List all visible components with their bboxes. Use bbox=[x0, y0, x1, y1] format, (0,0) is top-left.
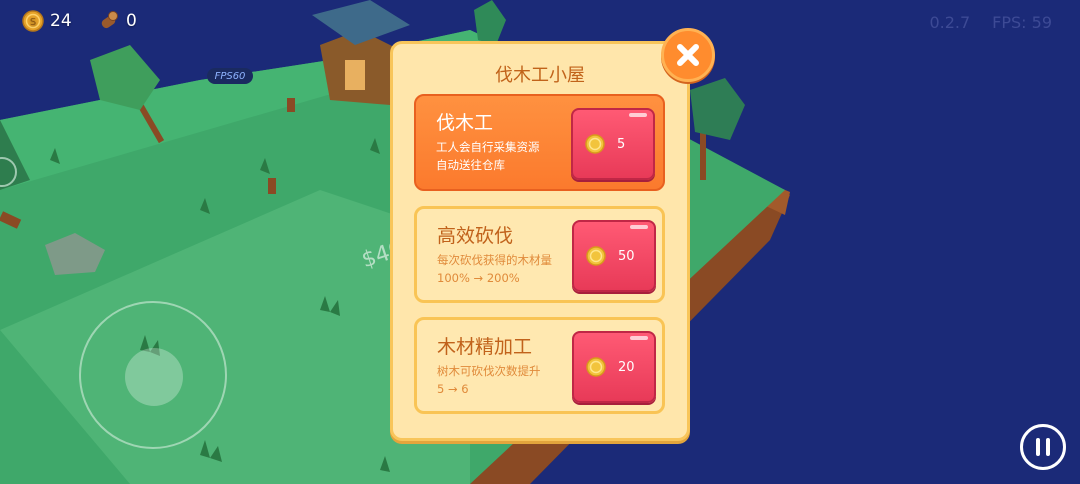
item-title: 伐木工 bbox=[436, 112, 494, 134]
log-icon bbox=[101, 11, 118, 29]
coin-icon bbox=[586, 357, 606, 377]
shine-highlight bbox=[630, 336, 648, 340]
coin-icon bbox=[585, 134, 605, 154]
svg-text:S: S bbox=[30, 17, 36, 28]
shine-highlight bbox=[629, 113, 647, 117]
pause-icon-bar bbox=[1046, 438, 1050, 456]
coin-count: 24 bbox=[50, 11, 72, 31]
item-description: 每次砍伐获得的木材量 100% → 200% bbox=[437, 251, 577, 287]
buy-button[interactable]: 5 bbox=[571, 108, 655, 180]
coin-counter: S 24 bbox=[22, 10, 72, 32]
price-value: 20 bbox=[618, 359, 635, 375]
item-title: 高效砍伐 bbox=[437, 225, 514, 247]
upgrade-item-lumberjack[interactable]: 伐木工 工人会自行采集资源 自动送往仓库 5 bbox=[414, 94, 665, 191]
close-icon bbox=[677, 44, 699, 66]
item-desc-line: 工人会自行采集资源 bbox=[436, 140, 540, 154]
item-desc-line: 每次砍伐获得的木材量 bbox=[437, 253, 552, 267]
buy-button[interactable]: 20 bbox=[572, 331, 656, 403]
item-title: 木材精加工 bbox=[437, 336, 533, 358]
item-description: 工人会自行采集资源 自动送往仓库 bbox=[436, 138, 576, 174]
buy-button[interactable]: 50 bbox=[572, 220, 656, 292]
upgrade-item-efficient-chopping[interactable]: 高效砍伐 每次砍伐获得的木材量 100% → 200% 50 bbox=[414, 206, 665, 303]
version-label: 0.2.7 bbox=[929, 13, 971, 32]
wood-count: 0 bbox=[126, 11, 137, 31]
price-value: 50 bbox=[618, 248, 635, 264]
coin-icon: S bbox=[22, 10, 44, 32]
item-desc-line: 100% → 200% bbox=[437, 271, 520, 285]
upgrade-item-wood-refining[interactable]: 木材精加工 树木可砍伐次数提升 5 → 6 20 bbox=[414, 317, 665, 414]
shine-highlight bbox=[630, 225, 648, 229]
item-description: 树木可砍伐次数提升 5 → 6 bbox=[437, 362, 577, 398]
pause-button[interactable] bbox=[1020, 424, 1066, 470]
coin-icon bbox=[586, 246, 606, 266]
item-desc-line: 树木可砍伐次数提升 bbox=[437, 364, 541, 378]
close-button[interactable] bbox=[661, 28, 715, 82]
joystick-knob[interactable] bbox=[125, 348, 183, 406]
item-desc-line: 5 → 6 bbox=[437, 382, 469, 396]
item-desc-line: 自动送往仓库 bbox=[436, 158, 505, 172]
panel-title: 伐木工小屋 bbox=[495, 65, 585, 86]
price-value: 5 bbox=[617, 136, 626, 152]
fps-tag: FPS60 bbox=[207, 68, 253, 84]
debug-info: 0.2.7 FPS: 59 bbox=[929, 13, 1052, 32]
pause-icon bbox=[1036, 438, 1040, 456]
fps-label: FPS: 59 bbox=[992, 13, 1052, 32]
wood-counter: 0 bbox=[98, 10, 137, 32]
